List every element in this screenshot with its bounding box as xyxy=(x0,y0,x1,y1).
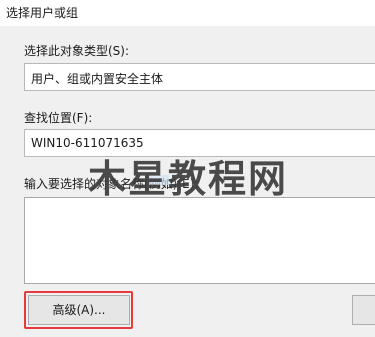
location-field: WIN10-611071635 xyxy=(24,129,375,157)
select-users-dialog: 选择用户或组 选择此对象类型(S): 用户、组或内置安全主体 查找位置(F): … xyxy=(0,0,375,337)
examples-link[interactable] xyxy=(147,175,169,185)
object-type-field: 用户、组或内置安全主体 xyxy=(24,63,375,91)
object-names-label: 输入要选择的对象名称(例如)(E): xyxy=(24,177,199,191)
dialog-titlebar: 选择用户或组 xyxy=(0,0,375,26)
location-value: WIN10-611071635 xyxy=(31,136,144,150)
object-type-label: 选择此对象类型(S): xyxy=(24,44,130,58)
location-label: 查找位置(F): xyxy=(24,111,93,125)
advanced-button[interactable]: 高级(A)... xyxy=(28,295,130,325)
object-names-input[interactable] xyxy=(24,197,375,284)
dialog-title: 选择用户或组 xyxy=(6,6,79,20)
object-type-value: 用户、组或内置安全主体 xyxy=(31,72,164,86)
ok-button[interactable] xyxy=(352,295,375,325)
